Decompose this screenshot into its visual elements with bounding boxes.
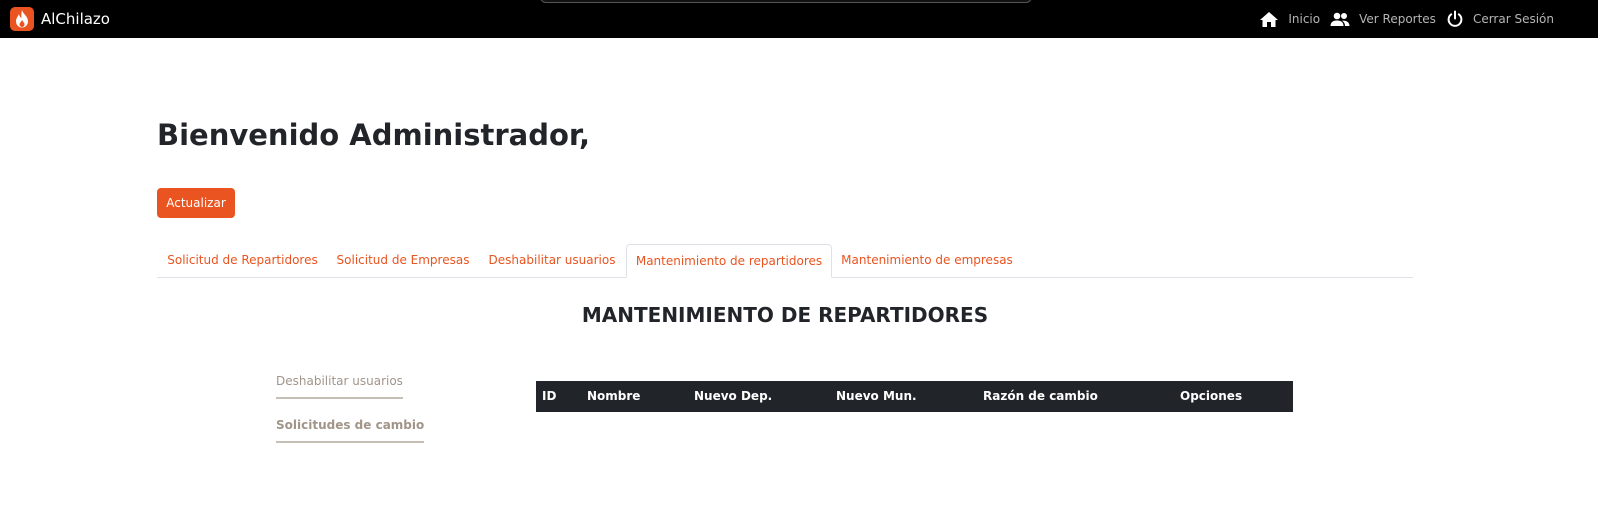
change-requests-table: ID Nombre Nuevo Dep. Nuevo Mun. Razón de…	[536, 381, 1293, 412]
nav-inicio-label: Inicio	[1288, 12, 1321, 26]
section-title: MANTENIMIENTO DE REPARTIDORES	[581, 303, 989, 327]
column-header-nuevo-dep: Nuevo Dep.	[694, 389, 773, 403]
top-navbar: AlChilazo Inicio Ver Reportes Cerrar Ses…	[0, 0, 1598, 38]
people-icon	[1330, 12, 1350, 26]
tab-solicitud-empresas[interactable]: Solicitud de Empresas	[328, 244, 478, 277]
home-icon	[1260, 11, 1279, 27]
power-icon	[1447, 10, 1463, 27]
navbar-links: Inicio Ver Reportes Cerrar Sesión	[1249, 0, 1554, 38]
admin-tabs: Solicitud de Repartidores Solicitud de E…	[157, 244, 1413, 278]
side-nav-solicitudes-cambio[interactable]: Solicitudes de cambio	[276, 418, 425, 443]
nav-cerrar-sesion-label: Cerrar Sesión	[1472, 12, 1554, 26]
tab-solicitud-repartidores[interactable]: Solicitud de Repartidores	[157, 244, 328, 277]
brand-name: AlChilazo	[41, 10, 110, 28]
side-nav-deshabilitar-usuarios[interactable]: Deshabilitar usuarios	[276, 374, 403, 399]
flame-logo-icon	[10, 7, 34, 31]
refresh-button[interactable]: Actualizar	[157, 188, 235, 218]
nav-ver-reportes-label: Ver Reportes	[1359, 12, 1436, 26]
column-header-razon-cambio: Razón de cambio	[983, 389, 1098, 403]
column-header-id: ID	[542, 389, 557, 403]
column-header-opciones: Opciones	[1180, 389, 1243, 403]
page-title: Bienvenido Administrador,	[157, 118, 590, 152]
column-header-nombre: Nombre	[587, 389, 641, 403]
top-search-bar[interactable]	[540, 0, 1032, 3]
brand-link[interactable]: AlChilazo	[10, 4, 110, 34]
nav-inicio[interactable]: Inicio	[1259, 11, 1320, 28]
tab-deshabilitar-usuarios[interactable]: Deshabilitar usuarios	[478, 244, 626, 277]
tab-mantenimiento-empresas[interactable]: Mantenimiento de empresas	[832, 244, 1022, 277]
nav-cerrar-sesion[interactable]: Cerrar Sesión	[1446, 10, 1554, 28]
tab-mantenimiento-repartidores[interactable]: Mantenimiento de repartidores	[626, 244, 832, 278]
nav-ver-reportes[interactable]: Ver Reportes	[1330, 12, 1436, 27]
column-header-nuevo-mun: Nuevo Mun.	[836, 389, 917, 403]
